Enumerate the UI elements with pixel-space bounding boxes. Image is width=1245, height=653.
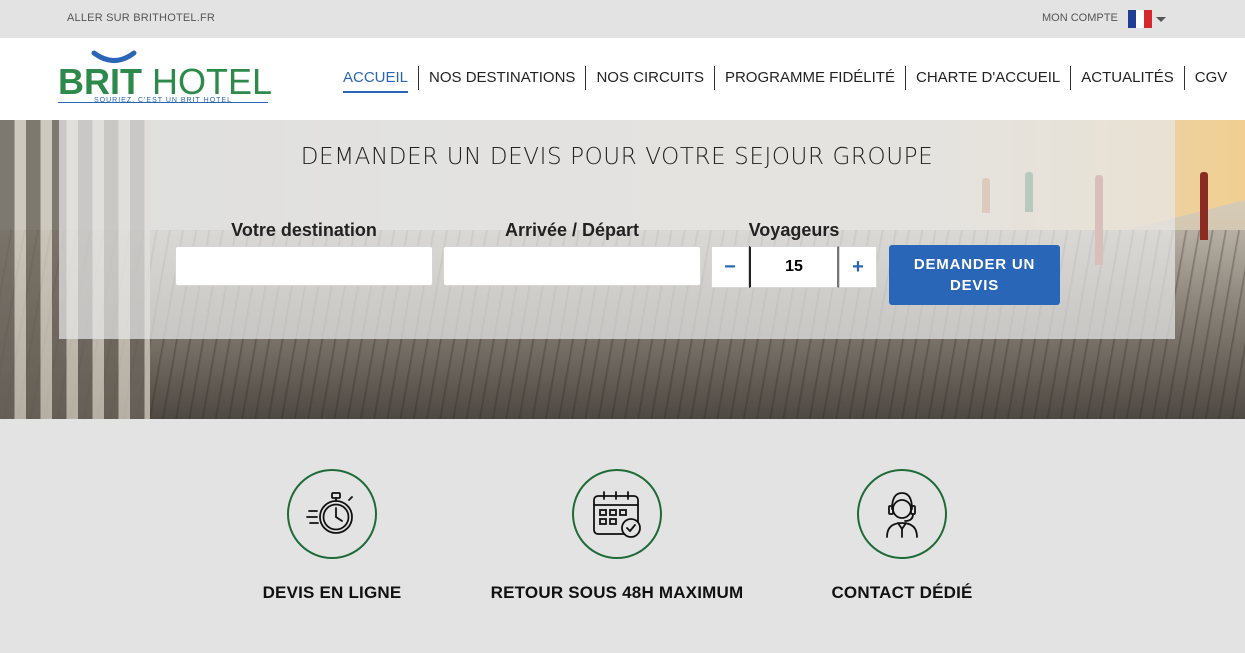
support-agent-icon: [857, 469, 947, 559]
group-quote-panel: DEMANDER UN DEVIS POUR VOTRE SEJOUR GROU…: [59, 120, 1175, 339]
logo-tagline: SOURIEZ, C'EST UN BRIT HOTEL: [94, 97, 232, 104]
brithotel-site-link[interactable]: ALLER SUR BRITHOTEL.FR: [67, 12, 215, 24]
request-quote-button[interactable]: DEMANDER UN DEVIS: [889, 245, 1060, 305]
logo-brand-bold: BRIT: [58, 61, 142, 102]
increase-travelers-button[interactable]: +: [839, 246, 877, 288]
beach-umbrella-decoration: [1200, 172, 1208, 240]
feature-48h-response: RETOUR SOUS 48H MAXIMUM: [477, 469, 757, 603]
nav-cgv[interactable]: CGV: [1183, 66, 1238, 90]
feature-dedicated-contact: CONTACT DÉDIÉ: [762, 469, 1042, 603]
quote-form-title: DEMANDER UN DEVIS POUR VOTRE SEJOUR GROU…: [300, 144, 934, 170]
site-header: BRIT HOTEL SOURIEZ, C'EST UN BRIT HOTEL …: [0, 38, 1245, 120]
dates-label: Arrivée / Départ: [504, 220, 640, 240]
french-flag-icon: [1128, 10, 1152, 28]
destination-input[interactable]: [175, 246, 433, 286]
nav-charte-accueil[interactable]: CHARTE D'ACCUEIL: [904, 66, 1070, 90]
decrease-travelers-button[interactable]: −: [711, 246, 749, 288]
request-quote-label-line1: DEMANDER UN: [913, 256, 1036, 273]
my-account-link[interactable]: MON COMPTE: [1042, 12, 1118, 24]
travelers-count-input[interactable]: [749, 246, 839, 288]
hero-banner: DEMANDER UN DEVIS POUR VOTRE SEJOUR GROU…: [0, 120, 1245, 419]
main-navigation: ACCUEIL NOS DESTINATIONS NOS CIRCUITS PR…: [333, 66, 1238, 93]
feature-48h-response-label: RETOUR SOUS 48H MAXIMUM: [490, 583, 744, 602]
nav-programme-fidelite[interactable]: PROGRAMME FIDÉLITÉ: [713, 66, 905, 90]
nav-accueil[interactable]: ACCUEIL: [333, 66, 418, 93]
logo-brand-light: HOTEL: [152, 61, 273, 102]
nav-nos-circuits[interactable]: NOS CIRCUITS: [585, 66, 714, 90]
nav-actualites[interactable]: ACTUALITÉS: [1070, 66, 1184, 90]
chevron-down-icon: [1156, 16, 1166, 22]
travelers-stepper: − +: [711, 246, 877, 288]
top-utility-bar: ALLER SUR BRITHOTEL.FR MON COMPTE: [0, 0, 1245, 38]
arrival-departure-input[interactable]: [443, 246, 701, 286]
feature-online-quote: DEVIS EN LIGNE: [192, 469, 472, 603]
brit-hotel-logo[interactable]: BRIT HOTEL SOURIEZ, C'EST UN BRIT HOTEL: [58, 50, 273, 110]
destination-label: Votre destination: [231, 220, 377, 240]
calendar-check-icon: [572, 469, 662, 559]
stopwatch-icon: [287, 469, 377, 559]
travelers-label: Voyageurs: [748, 220, 840, 240]
language-selector[interactable]: [1128, 10, 1166, 28]
request-quote-label-line2: DEVIS: [949, 277, 999, 294]
nav-nos-destinations[interactable]: NOS DESTINATIONS: [418, 66, 585, 90]
feature-dedicated-contact-label: CONTACT DÉDIÉ: [831, 583, 973, 602]
feature-online-quote-label: DEVIS EN LIGNE: [262, 583, 402, 602]
